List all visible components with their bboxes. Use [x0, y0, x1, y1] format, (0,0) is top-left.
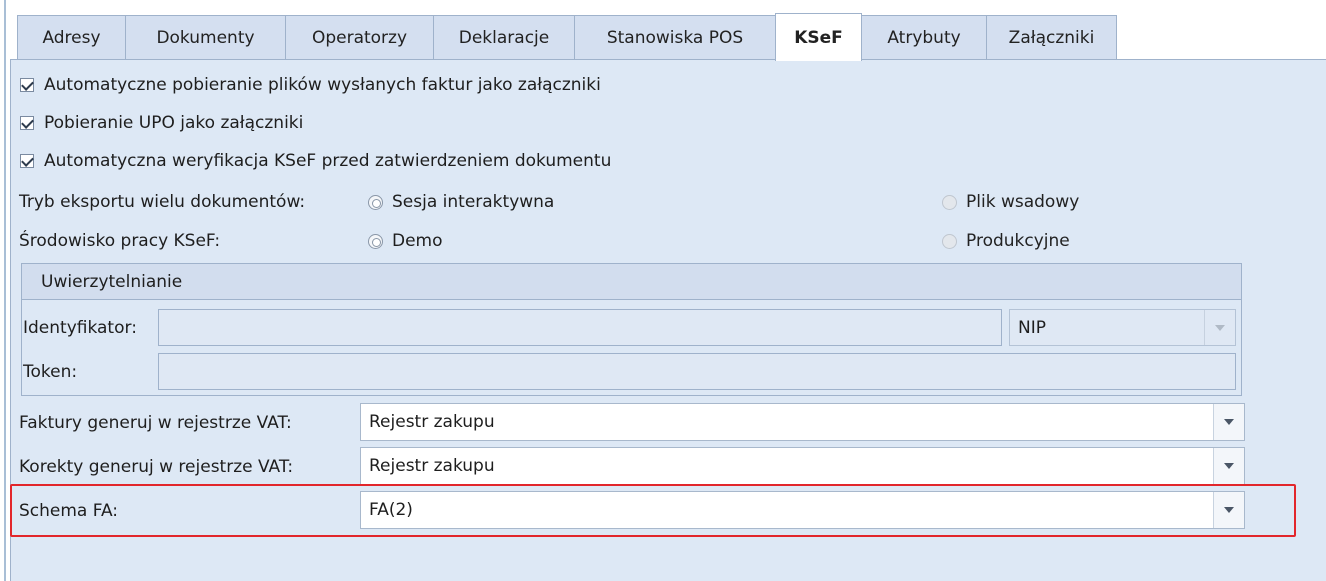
checkbox-checked-icon[interactable] [20, 154, 34, 168]
identifier-type-select[interactable]: NIP [1009, 309, 1236, 346]
radio-demo[interactable]: Demo [368, 226, 443, 256]
ksef-settings-panel: Automatyczne pobieranie plików wysłanych… [10, 59, 1326, 581]
tab-label: Atrybuty [887, 28, 961, 48]
auth-group-title: Uwierzytelnianie [22, 264, 1241, 300]
checkbox-label: Pobieranie UPO jako załączniki [44, 113, 304, 133]
identifier-label: Identyfikator: [23, 318, 137, 338]
checkbox-auto-verify-ksef[interactable]: Automatyczna weryfikacja KSeF przed zatw… [20, 146, 611, 176]
chevron-down-icon[interactable] [1204, 310, 1235, 345]
corrections-register-select[interactable]: Rejestr zakupu [360, 447, 1245, 485]
radio-plik-wsadowy[interactable]: Plik wsadowy [942, 187, 1079, 217]
select-value: NIP [1018, 317, 1046, 338]
radio-unselected-icon[interactable] [942, 233, 957, 249]
radio-label: Plik wsadowy [966, 192, 1080, 212]
checkbox-checked-icon[interactable] [20, 78, 34, 92]
auth-group: Uwierzytelnianie Identyfikator: NIP Toke… [21, 263, 1242, 396]
tab-dokumenty[interactable]: Dokumenty [125, 15, 286, 60]
tab-label: Stanowiska POS [606, 28, 744, 48]
checkbox-auto-download-invoices[interactable]: Automatyczne pobieranie plików wysłanych… [20, 70, 601, 100]
checkbox-download-upo[interactable]: Pobieranie UPO jako załączniki [20, 108, 303, 138]
corrections-register-label: Korekty generuj w rejestrze VAT: [19, 457, 294, 477]
group-title-text: Uwierzytelnianie [41, 271, 183, 292]
checkbox-label: Automatyczne pobieranie plików wysłanych… [44, 75, 601, 95]
identifier-input[interactable] [158, 309, 1002, 346]
checkbox-label: Automatyczna weryfikacja KSeF przed zatw… [44, 151, 612, 171]
tab-deklaracje[interactable]: Deklaracje [433, 15, 575, 60]
field-label: Tryb eksportu wielu dokumentów: [19, 192, 306, 212]
select-value: FA(2) [369, 500, 413, 520]
tab-zalaczniki[interactable]: Załączniki [986, 15, 1117, 60]
tab-bar: Adresy Dokumenty Operatorzy Deklaracje S… [17, 13, 1326, 61]
radio-selected-icon[interactable] [368, 233, 383, 249]
tab-label: Adresy [42, 28, 101, 48]
select-value: Rejestr zakupu [369, 412, 495, 432]
export-mode-label: Tryb eksportu wielu dokumentów: [19, 187, 305, 217]
radio-unselected-icon[interactable] [942, 194, 957, 210]
radio-label: Demo [392, 231, 443, 251]
chevron-down-icon[interactable] [1213, 404, 1244, 440]
tab-label: Operatorzy [311, 28, 408, 48]
radio-label: Sesja interaktywna [392, 192, 555, 212]
radio-label: Produkcyjne [966, 231, 1070, 251]
chevron-down-icon[interactable] [1213, 492, 1244, 528]
field-label: Środowisko pracy KSeF: [19, 231, 221, 251]
token-label: Token: [23, 362, 78, 382]
chevron-down-icon[interactable] [1213, 448, 1244, 484]
tab-stanowiska-pos[interactable]: Stanowiska POS [574, 15, 776, 60]
tab-label: Załączniki [1008, 28, 1095, 48]
schema-fa-label: Schema FA: [19, 501, 119, 521]
invoices-register-select[interactable]: Rejestr zakupu [360, 403, 1245, 441]
tab-atrybuty[interactable]: Atrybuty [861, 15, 987, 60]
invoices-register-label: Faktury generuj w rejestrze VAT: [19, 413, 292, 433]
select-value: Rejestr zakupu [369, 456, 495, 476]
checkbox-checked-icon[interactable] [20, 116, 34, 130]
tab-label: KSeF [794, 27, 843, 48]
tab-adresy[interactable]: Adresy [17, 15, 126, 60]
radio-sesja-interaktywna[interactable]: Sesja interaktywna [368, 187, 554, 217]
tab-ksef[interactable]: KSeF [775, 13, 862, 61]
tab-label: Dokumenty [156, 28, 255, 48]
tab-label: Deklaracje [458, 28, 550, 48]
tab-operatorzy[interactable]: Operatorzy [285, 15, 434, 60]
token-input[interactable] [158, 353, 1236, 390]
schema-fa-select[interactable]: FA(2) [360, 491, 1245, 529]
window-left-border [4, 0, 6, 581]
environment-label: Środowisko pracy KSeF: [19, 226, 220, 256]
radio-selected-icon[interactable] [368, 194, 383, 210]
radio-produkcyjne[interactable]: Produkcyjne [942, 226, 1070, 256]
